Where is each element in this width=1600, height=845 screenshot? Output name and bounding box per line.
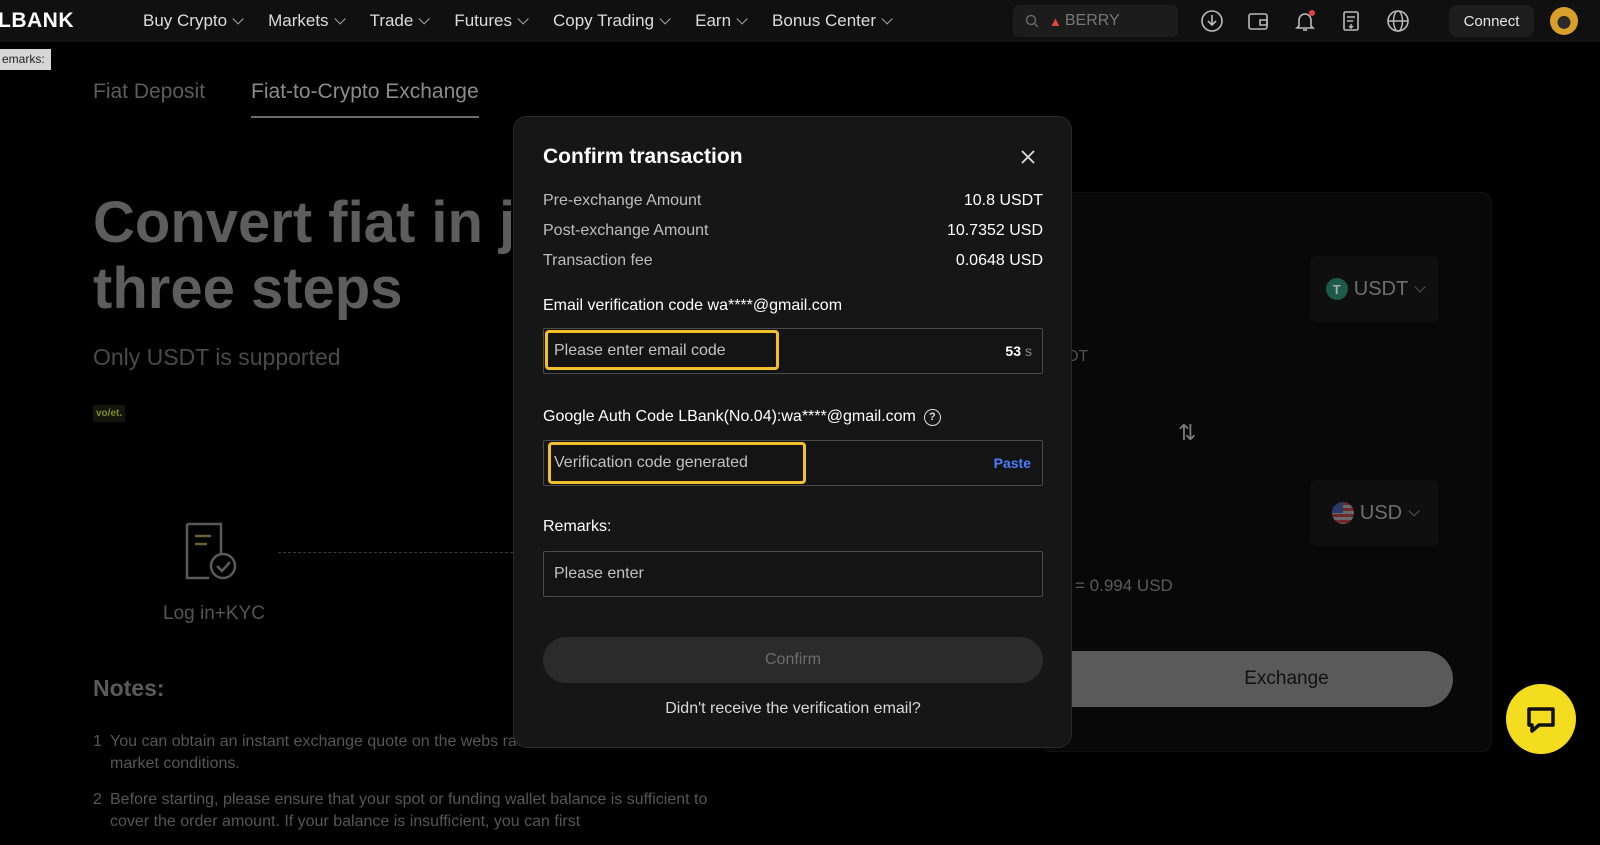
remarks-field[interactable] [543,551,1043,597]
from-coin-label: USDT [1353,277,1409,300]
summary-value: 0.0648 USD [955,252,1043,269]
menu-buy-crypto[interactable]: Buy Crypto [143,11,244,31]
main-menu: Buy Crypto Markets Trade Futures Copy Tr… [143,0,917,42]
help-icon[interactable]: ? [923,408,941,426]
note-number: 1 [93,733,102,750]
close-icon[interactable] [1017,146,1039,168]
bell-icon[interactable] [1293,9,1317,33]
resend-countdown: 53 s [1005,343,1032,359]
confirm-transaction-modal: Confirm transaction Pre-exchange Amount … [513,116,1072,748]
menu-bonus-center[interactable]: Bonus Center [772,11,893,31]
step-connector [278,552,518,553]
tab-fiat-deposit[interactable]: Fiat Deposit [93,80,205,118]
summary-row: Post-exchange Amount 10.7352 USD [543,222,1043,240]
menu-trade[interactable]: Trade [369,11,431,31]
paste-button[interactable]: Paste [994,455,1031,471]
globe-icon[interactable] [1386,9,1410,33]
modal-title: Confirm transaction [543,145,743,168]
tab-fiat-to-crypto[interactable]: Fiat-to-Crypto Exchange [251,80,479,118]
menu-label: Trade [369,11,414,30]
usdt-icon: T [1325,278,1348,300]
notes-list: 1 You can obtain an instant exchange quot… [93,731,713,845]
wallet-icon[interactable] [1246,9,1270,33]
fire-icon: ▲ [1049,13,1062,29]
google-auth-label-text: Google Auth Code LBank(No.04):wa****@gma… [543,408,916,425]
chevron-down-icon [1408,505,1420,517]
summary-key: Pre-exchange Amount [543,192,702,209]
menu-label: Earn [695,11,732,30]
search-icon [1025,14,1039,28]
email-code-input[interactable] [544,329,1042,373]
chevron-down-icon [881,13,893,25]
menu-label: Markets [268,11,329,30]
note-text: Before starting, please ensure that your… [110,791,708,830]
kyc-document-icon [185,522,237,580]
summary-key: Post-exchange Amount [543,222,709,239]
search-box[interactable]: ▲ BERRY [1013,5,1178,37]
top-nav: LBANK Buy Crypto Markets Trade Futures C… [0,0,1600,42]
email-code-label: Email verification code wa****@gmail.com [543,297,843,314]
chevron-down-icon [232,13,244,25]
hero-subtitle: Only USDT is supported [93,344,341,370]
resend-email-link[interactable]: Didn't receive the verification email? [543,700,1043,718]
chat-icon [1527,707,1555,733]
google-auth-field[interactable]: Paste [543,440,1043,486]
menu-markets[interactable]: Markets [268,11,346,31]
summary-row: Pre-exchange Amount 10.8 USDT [543,192,1043,210]
confirm-button[interactable]: Confirm [543,637,1043,683]
chevron-down-icon [659,13,671,25]
summary-value: 10.7352 USD [946,222,1043,239]
menu-copy-trading[interactable]: Copy Trading [552,11,671,31]
menu-label: Buy Crypto [143,11,228,30]
google-auth-label: Google Auth Code LBank(No.04):wa****@gma… [543,408,941,426]
remarks-tooltip: emarks: [0,49,51,70]
exchange-button[interactable]: Exchange [1040,651,1453,707]
summary-row: Transaction fee 0.0648 USD [543,252,1043,270]
menu-earn[interactable]: Earn [695,11,748,31]
rate-text: = 0.994 USD [1075,576,1173,595]
chevron-down-icon [334,13,346,25]
step-label: Log in+KYC [163,603,265,624]
summary-key: Transaction fee [543,252,653,269]
avatar[interactable] [1550,7,1578,35]
remarks-input[interactable] [544,552,1042,596]
countdown-unit: s [1025,343,1032,359]
to-coin-label: USD [1359,501,1403,524]
menu-futures[interactable]: Futures [454,11,529,31]
chat-support-button[interactable] [1506,684,1576,754]
chevron-down-icon [517,13,529,25]
page-tabs: Fiat Deposit Fiat-to-Crypto Exchange [93,80,525,118]
google-auth-input[interactable] [544,441,1042,485]
menu-label: Futures [454,11,512,30]
remarks-label: Remarks: [543,518,612,535]
swap-icon[interactable]: ⇅ [1178,420,1196,446]
logo[interactable]: LBANK [0,9,74,33]
chevron-down-icon [418,13,431,25]
email-code-field[interactable]: 53s [543,328,1043,374]
chevron-down-icon [1414,281,1426,293]
from-coin-select[interactable]: T USDT [1310,256,1438,322]
note-number: 2 [93,791,102,808]
countdown-value: 53 [1005,343,1021,359]
notes-title: Notes: [93,675,165,701]
search-placeholder: BERRY [1064,12,1120,29]
menu-label: Bonus Center [772,11,876,30]
orders-icon[interactable] [1339,9,1363,33]
download-icon[interactable] [1200,9,1224,33]
us-flag-icon [1331,502,1354,524]
summary-value: 10.8 USDT [963,192,1043,209]
chevron-down-icon [736,13,748,25]
menu-label: Copy Trading [552,11,655,30]
connect-button[interactable]: Connect [1449,5,1534,37]
partner-badge: vo/et. [93,405,126,422]
note-item: 2 Before starting, please ensure that you… [93,789,713,833]
to-coin-select[interactable]: USD [1310,480,1438,546]
